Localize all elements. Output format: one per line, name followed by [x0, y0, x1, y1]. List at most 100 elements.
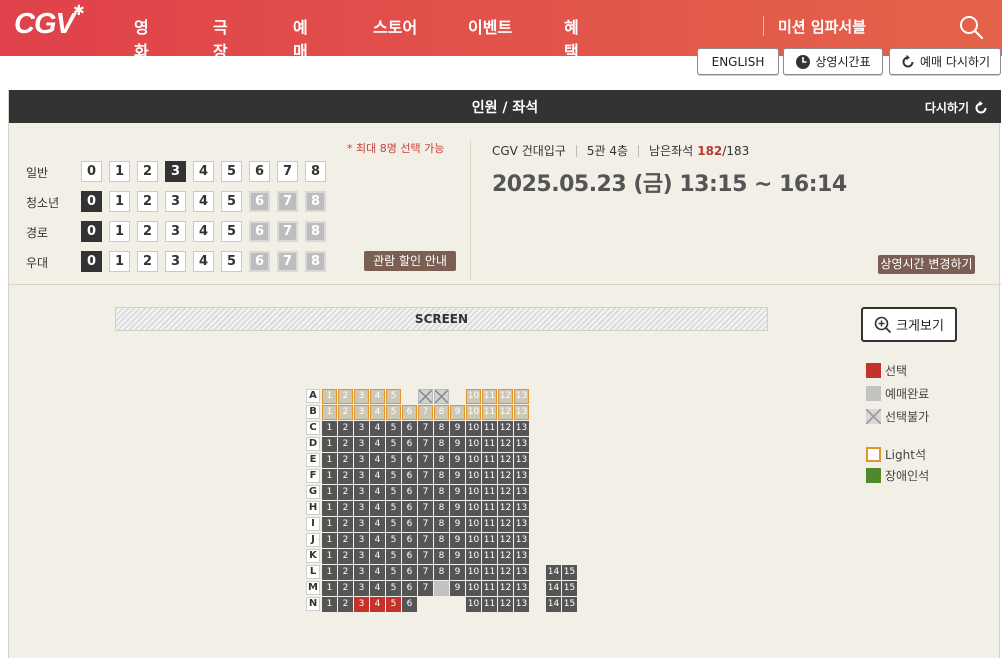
seat[interactable]: 3	[354, 581, 369, 596]
seat[interactable]: 3	[354, 517, 369, 532]
seat[interactable]: 8	[434, 405, 449, 420]
seat[interactable]: 12	[498, 501, 513, 516]
seat[interactable]: 12	[498, 389, 513, 404]
people-count-button[interactable]: 2	[137, 161, 158, 182]
seat[interactable]: 4	[370, 597, 385, 612]
seat[interactable]: 13	[514, 469, 529, 484]
people-count-button[interactable]: 0	[81, 161, 102, 182]
seat[interactable]: 13	[514, 485, 529, 500]
seat[interactable]: 6	[402, 469, 417, 484]
seat[interactable]: 15	[562, 581, 577, 596]
seat[interactable]: 9	[450, 453, 465, 468]
seat[interactable]: 9	[450, 421, 465, 436]
seat[interactable]: 7	[418, 453, 433, 468]
seat[interactable]: 12	[498, 485, 513, 500]
seat[interactable]: 11	[482, 453, 497, 468]
seat[interactable]: 1	[322, 581, 337, 596]
nav-item-theaters[interactable]: 극장	[213, 14, 228, 62]
seat[interactable]: 10	[466, 581, 481, 596]
seat[interactable]: 1	[322, 421, 337, 436]
seat[interactable]: 4	[370, 517, 385, 532]
seat[interactable]: 7	[418, 501, 433, 516]
change-showtime-button[interactable]: 상영시간 변경하기	[878, 255, 975, 274]
seat[interactable]: 7	[418, 581, 433, 596]
seat[interactable]: 4	[370, 501, 385, 516]
seat[interactable]: 11	[482, 421, 497, 436]
seat[interactable]: 7	[418, 485, 433, 500]
seat[interactable]: 13	[514, 549, 529, 564]
seat[interactable]: 1	[322, 501, 337, 516]
seat[interactable]: 3	[354, 437, 369, 452]
seat[interactable]: 3	[354, 469, 369, 484]
seat[interactable]: 3	[354, 405, 369, 420]
seat[interactable]: 5	[386, 597, 401, 612]
people-count-button[interactable]: 4	[193, 161, 214, 182]
seat[interactable]: 10	[466, 469, 481, 484]
seat[interactable]: 1	[322, 485, 337, 500]
seat[interactable]: 6	[402, 533, 417, 548]
seat[interactable]: 4	[370, 453, 385, 468]
seat[interactable]: 12	[498, 565, 513, 580]
seat[interactable]: 8	[434, 501, 449, 516]
reset-button[interactable]: 다시하기	[925, 99, 989, 116]
people-count-button[interactable]: 5	[221, 251, 242, 272]
seat[interactable]: 2	[338, 405, 353, 420]
people-count-button[interactable]: 0	[81, 221, 102, 242]
seat[interactable]: 13	[514, 389, 529, 404]
seat[interactable]: 11	[482, 597, 497, 612]
seat[interactable]: 13	[514, 405, 529, 420]
seat[interactable]: 3	[354, 533, 369, 548]
people-count-button[interactable]: 4	[193, 221, 214, 242]
seat[interactable]: 7	[418, 565, 433, 580]
seat[interactable]: 5	[386, 453, 401, 468]
seat[interactable]: 10	[466, 597, 481, 612]
seat[interactable]: 8	[434, 421, 449, 436]
seat[interactable]: 9	[450, 581, 465, 596]
seat[interactable]: 6	[402, 597, 417, 612]
seat[interactable]: 12	[498, 453, 513, 468]
seat[interactable]: 12	[498, 581, 513, 596]
seat[interactable]: 1	[322, 453, 337, 468]
seat[interactable]: 5	[386, 437, 401, 452]
seat[interactable]: 5	[386, 469, 401, 484]
seat[interactable]: 12	[498, 421, 513, 436]
seat[interactable]: 8	[434, 485, 449, 500]
seat[interactable]: 14	[546, 565, 561, 580]
seat[interactable]: 10	[466, 389, 481, 404]
seat[interactable]: 4	[370, 437, 385, 452]
seat[interactable]: 13	[514, 565, 529, 580]
schedule-button[interactable]: 상영시간표	[783, 48, 883, 75]
seat[interactable]: 5	[386, 421, 401, 436]
people-count-button[interactable]: 8	[305, 161, 326, 182]
seat[interactable]: 11	[482, 581, 497, 596]
seat[interactable]: 2	[338, 501, 353, 516]
seat[interactable]: 4	[370, 549, 385, 564]
people-count-button[interactable]: 2	[137, 221, 158, 242]
seat[interactable]: 1	[322, 597, 337, 612]
seat[interactable]: 6	[402, 453, 417, 468]
cgv-logo[interactable]: CGV	[14, 8, 75, 41]
seat[interactable]: 9	[450, 469, 465, 484]
seat[interactable]: 15	[562, 565, 577, 580]
seat[interactable]: 11	[482, 549, 497, 564]
english-button[interactable]: ENGLISH	[697, 48, 779, 75]
seat[interactable]: 4	[370, 405, 385, 420]
seat[interactable]: 2	[338, 437, 353, 452]
seat[interactable]: 2	[338, 549, 353, 564]
seat[interactable]: 13	[514, 501, 529, 516]
seat[interactable]: 4	[370, 533, 385, 548]
seat[interactable]: 11	[482, 485, 497, 500]
seat[interactable]: 7	[418, 405, 433, 420]
seat[interactable]: 14	[546, 597, 561, 612]
people-count-button[interactable]: 5	[221, 161, 242, 182]
seat[interactable]: 6	[402, 485, 417, 500]
seat[interactable]: 15	[562, 597, 577, 612]
seat[interactable]: 5	[386, 517, 401, 532]
seat[interactable]: 11	[482, 469, 497, 484]
seat[interactable]: 5	[386, 565, 401, 580]
seat[interactable]: 4	[370, 469, 385, 484]
seat[interactable]: 6	[402, 581, 417, 596]
people-count-button[interactable]: 4	[193, 191, 214, 212]
seat[interactable]: 9	[450, 405, 465, 420]
seat[interactable]: 10	[466, 453, 481, 468]
